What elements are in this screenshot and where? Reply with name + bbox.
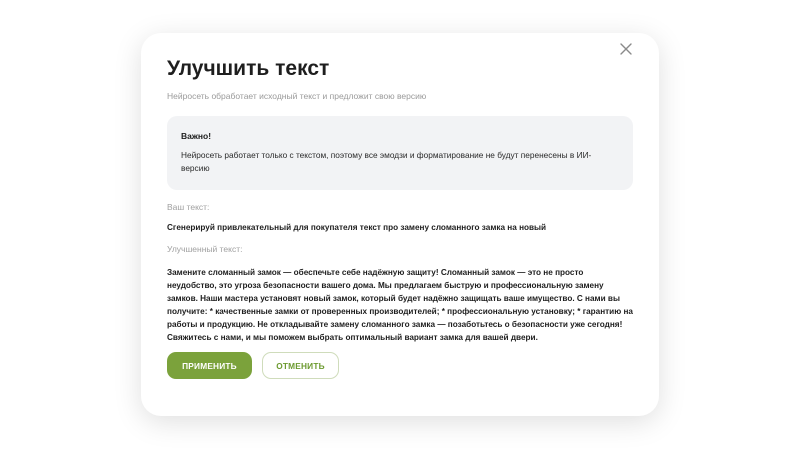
- notice-title: Важно!: [181, 131, 212, 141]
- action-buttons: ПРИМЕНИТЬ ОТМЕНИТЬ: [167, 352, 633, 379]
- improved-text-label: Улучшенный текст:: [167, 244, 243, 254]
- your-text-value: Сгенерируй привлекательный для покупател…: [167, 223, 547, 232]
- your-text-label: Ваш текст:: [167, 202, 210, 212]
- notice-text: Нейросеть работает только с текстом, поэ…: [181, 150, 592, 173]
- apply-button[interactable]: ПРИМЕНИТЬ: [167, 352, 252, 379]
- page-backdrop: Улучшить текст Нейросеть обработает исхо…: [0, 0, 800, 450]
- important-notice: Важно! Нейросеть работает только с текст…: [167, 116, 633, 190]
- improve-text-modal: Улучшить текст Нейросеть обработает исхо…: [141, 33, 659, 416]
- close-icon[interactable]: [619, 42, 633, 56]
- modal-subtitle: Нейросеть обработает исходный текст и пр…: [167, 91, 427, 101]
- modal-title: Улучшить текст: [167, 57, 330, 80]
- improved-text-value: Замените сломанный замок — обеспечьте се…: [167, 268, 633, 342]
- cancel-button[interactable]: ОТМЕНИТЬ: [262, 352, 339, 379]
